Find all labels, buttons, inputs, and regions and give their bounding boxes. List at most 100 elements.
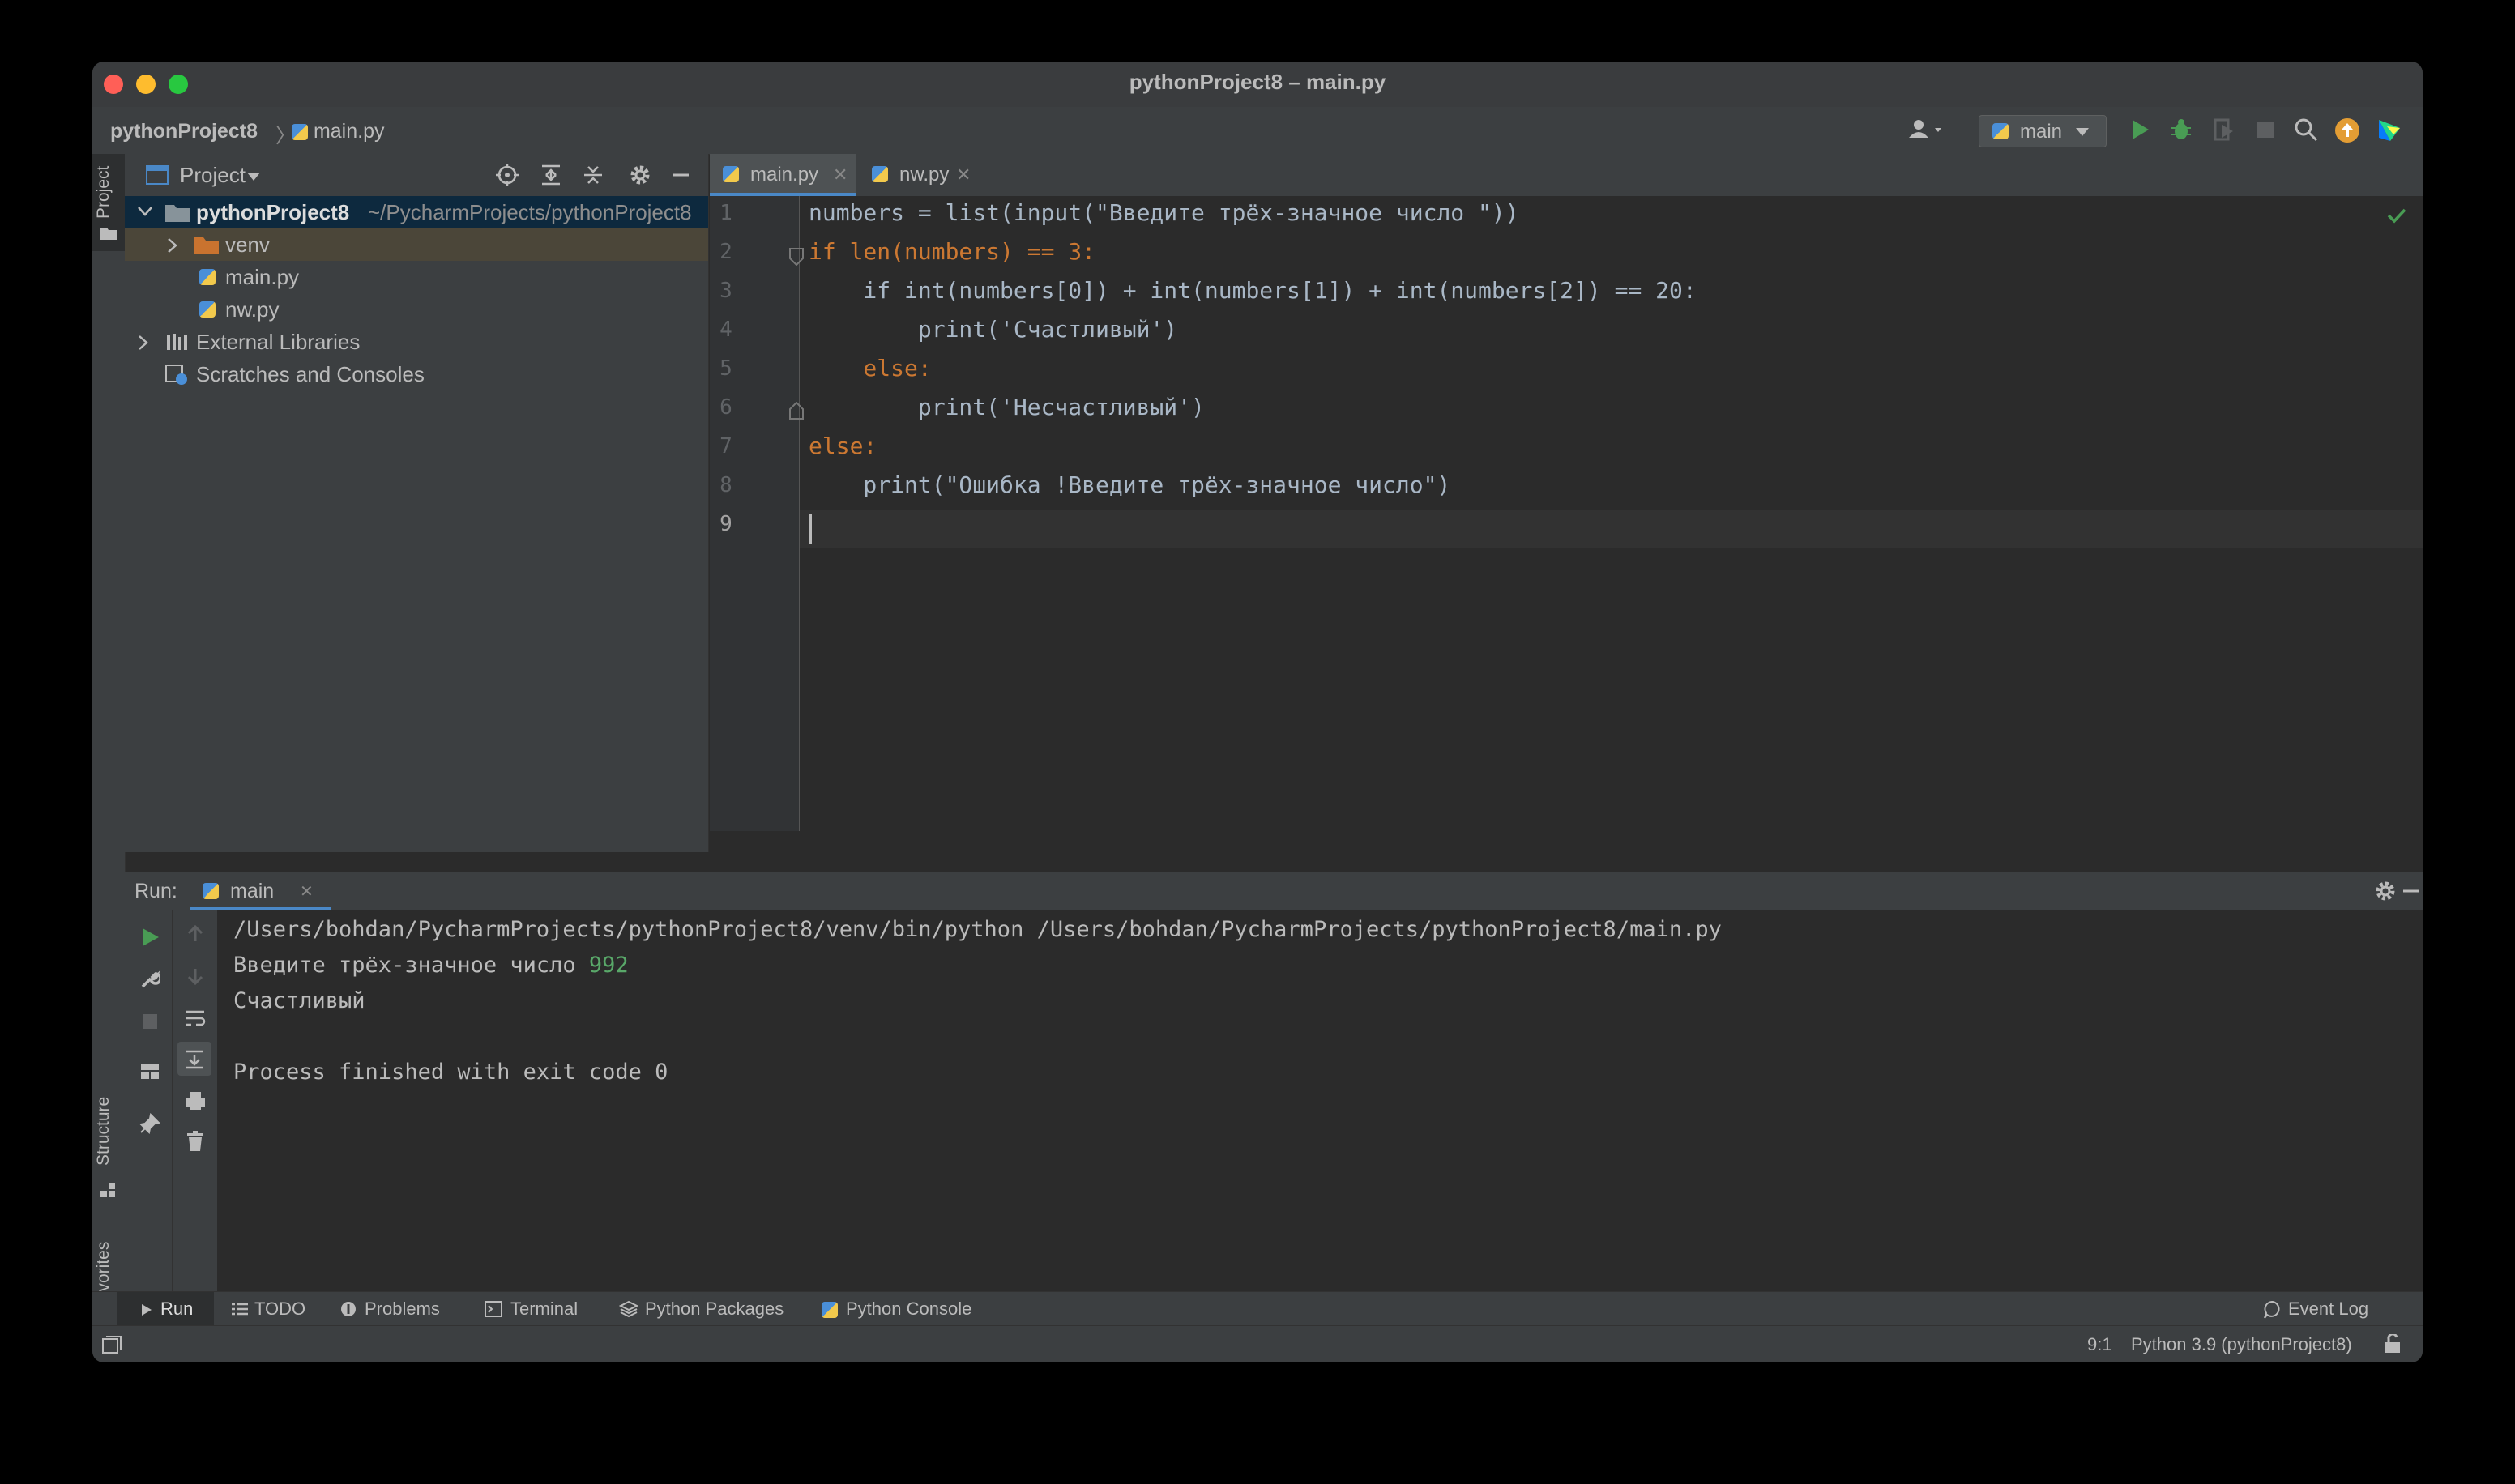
console-line: Введите трёх-значное число 992 <box>233 953 629 978</box>
run-configuration-select[interactable]: main <box>1979 115 2107 147</box>
collapse-all-icon[interactable] <box>582 164 604 186</box>
tab-nw-py[interactable]: nw.py ✕ <box>857 154 979 196</box>
code-line: else: <box>809 355 931 382</box>
scroll-to-end-icon <box>186 1050 203 1069</box>
line-number: 2 <box>719 240 732 264</box>
gear-icon[interactable] <box>2374 880 2397 902</box>
code-line: print('Счастливый') <box>809 316 1177 343</box>
console-exit-message: Process finished with exit code 0 <box>233 1060 668 1085</box>
console-user-input: 992 <box>588 953 629 978</box>
updates-icon[interactable] <box>2334 117 2361 143</box>
tree-item-path: ~/PycharmProjects/pythonProject8 <box>368 200 692 224</box>
no-problems-check-icon[interactable] <box>2387 207 2406 224</box>
line-number: 5 <box>719 356 732 381</box>
trash-icon[interactable] <box>185 1131 206 1152</box>
event-log-button[interactable]: Event Log <box>2264 1292 2393 1326</box>
python-file-icon <box>199 269 216 285</box>
breadcrumb-file[interactable]: main.py <box>292 120 385 143</box>
tree-item-venv[interactable]: venv <box>125 228 708 261</box>
gear-icon[interactable] <box>629 164 651 186</box>
scroll-to-end-toggle[interactable] <box>177 1042 211 1076</box>
tab-main-py[interactable]: main.py ✕ <box>710 154 856 196</box>
tool-window-label: Problems <box>365 1298 440 1319</box>
code-line: print('Несчастливый') <box>809 394 1205 420</box>
console-toolbar <box>172 910 218 1333</box>
run-panel-label: Run: <box>135 880 177 902</box>
pin-icon[interactable] <box>139 1113 160 1134</box>
console-output: Счастливый <box>233 988 365 1013</box>
python-interpreter[interactable]: Python 3.9 (pythonProject8) <box>2131 1334 2352 1355</box>
event-log-icon <box>2264 1301 2280 1319</box>
caret-position[interactable]: 9:1 <box>2087 1334 2112 1355</box>
tool-window-python-console[interactable]: Python Console <box>822 1292 1000 1326</box>
hide-panel-icon[interactable] <box>669 164 692 186</box>
search-icon[interactable] <box>2293 117 2319 143</box>
code-token: print('Несчастливый') <box>809 394 1205 420</box>
python-console-icon <box>822 1302 838 1318</box>
line-number: 6 <box>719 395 732 420</box>
event-log-label: Event Log <box>2288 1298 2369 1319</box>
hide-panel-icon[interactable] <box>2402 880 2421 902</box>
chevron-down-icon[interactable] <box>246 172 261 181</box>
text-cursor <box>809 514 812 544</box>
tree-item-label: External Libraries <box>196 330 361 354</box>
tool-window-problems[interactable]: Problems <box>340 1292 454 1326</box>
fold-icon[interactable] <box>789 248 804 266</box>
tool-window-todo[interactable]: TODO <box>232 1292 321 1326</box>
run-console[interactable]: /Users/bohdan/PycharmProjects/pythonProj… <box>217 910 2423 1333</box>
line-number: 3 <box>719 279 732 303</box>
arrow-up-icon[interactable] <box>185 923 206 945</box>
unlock-icon[interactable] <box>2384 1334 2402 1354</box>
breadcrumb-project[interactable]: pythonProject8 <box>110 120 258 143</box>
fold-end-icon[interactable] <box>789 402 804 420</box>
arrow-down-icon[interactable] <box>185 966 206 987</box>
close-tab-icon[interactable]: ✕ <box>833 154 848 196</box>
debug-icon[interactable] <box>2168 117 2194 143</box>
jetbrains-toolbox-icon[interactable] <box>2376 117 2403 143</box>
rerun-icon[interactable] <box>139 927 160 948</box>
close-tab-icon[interactable]: ✕ <box>300 881 314 902</box>
tool-window-label: TODO <box>254 1298 306 1319</box>
project-tool-label: Project <box>94 165 113 219</box>
structure-tool-tab[interactable]: Structure <box>92 1085 125 1207</box>
tool-window-label: Terminal <box>510 1298 579 1319</box>
tree-item-external-libraries[interactable]: External Libraries <box>125 326 708 358</box>
tree-item-main-py[interactable]: main.py <box>125 261 708 293</box>
close-tab-icon[interactable]: ✕ <box>956 154 971 196</box>
expand-all-icon[interactable] <box>540 164 562 186</box>
locate-file-icon[interactable] <box>496 164 519 186</box>
wrench-icon[interactable] <box>139 969 160 990</box>
tree-item-project-root[interactable]: pythonProject8 ~/PycharmProjects/pythonP… <box>125 196 708 228</box>
folder-icon <box>194 237 219 254</box>
tool-window-run[interactable]: Run <box>117 1292 214 1326</box>
structure-tool-label: Structure <box>94 1096 113 1166</box>
run-tab-main[interactable]: main ✕ <box>190 872 331 910</box>
list-icon <box>232 1303 248 1316</box>
python-icon <box>1992 123 2009 139</box>
tool-window-python-packages[interactable]: Python Packages <box>619 1292 805 1326</box>
code-line: print("Ошибка !Введите трёх-значное числ… <box>809 471 1450 498</box>
python-icon <box>203 883 219 899</box>
print-icon[interactable] <box>185 1090 206 1111</box>
run-with-coverage-icon[interactable] <box>2210 117 2236 143</box>
project-tool-tab[interactable]: Project <box>92 154 125 251</box>
stop-icon[interactable] <box>139 1011 160 1032</box>
tree-item-scratches[interactable]: Scratches and Consoles <box>125 358 708 390</box>
run-icon[interactable] <box>2126 117 2152 143</box>
line-number: 1 <box>719 201 732 225</box>
soft-wrap-icon[interactable] <box>185 1008 206 1029</box>
terminal-icon <box>485 1301 502 1317</box>
tool-window-terminal[interactable]: Terminal <box>485 1292 598 1326</box>
project-view-select[interactable]: Project <box>180 163 246 188</box>
code-token: if len(numbers) == 3: <box>809 238 1096 265</box>
layout-icon[interactable] <box>139 1061 160 1082</box>
vcs-user-icon[interactable] <box>1904 117 1949 143</box>
structure-icon <box>100 1183 115 1197</box>
tree-item-nw-py[interactable]: nw.py <box>125 293 708 326</box>
line-number: 9 <box>719 512 732 536</box>
code-editor[interactable]: 1 2 3 4 5 6 7 8 9 numbers = list(input("… <box>710 196 2423 852</box>
console-prompt: Введите трёх-значное число <box>233 953 589 978</box>
code-line: if len(numbers) == 3: <box>809 238 1095 265</box>
toggle-tool-windows-icon[interactable] <box>102 1336 122 1354</box>
stop-icon[interactable] <box>2252 117 2278 143</box>
